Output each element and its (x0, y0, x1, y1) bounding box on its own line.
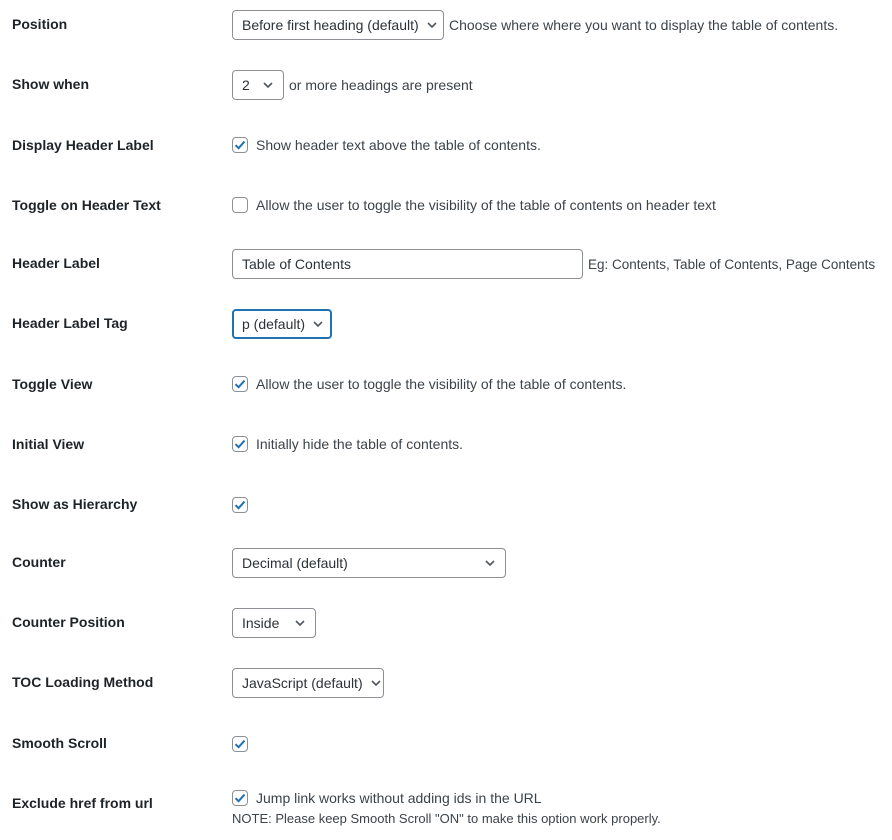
setting-row-counter: Counter Decimal (default) (0, 548, 892, 578)
display-header-label-label: Display Header Label (12, 137, 154, 153)
initial-view-description: Initially hide the table of contents. (256, 436, 464, 452)
counter-position-label: Counter Position (12, 614, 125, 630)
header-label-tag-select-value: p (default) (242, 316, 306, 332)
header-label-description: Eg: Contents, Table of Contents, Page Co… (588, 256, 876, 272)
setting-row-header-label-tag: Header Label Tag p (default) (0, 309, 892, 339)
setting-row-smooth-scroll: Smooth Scroll (0, 735, 892, 753)
counter-position-select[interactable]: Inside (232, 608, 316, 638)
setting-row-toggle-view: Toggle View Allow the user to toggle the… (0, 376, 892, 394)
show-as-hierarchy-label: Show as Hierarchy (12, 496, 138, 512)
show-when-select[interactable]: 2 (232, 70, 284, 100)
exclude-href-label: Exclude href from url (12, 795, 153, 811)
show-as-hierarchy-checkbox[interactable] (232, 497, 248, 513)
header-label-label: Header Label (12, 255, 100, 271)
setting-row-show-when: Show when 2 or more headings are present (0, 70, 892, 100)
show-when-description: or more headings are present (289, 77, 473, 93)
chevron-down-icon (369, 676, 383, 690)
show-when-select-value: 2 (242, 77, 250, 93)
position-description: Choose where where you want to display t… (449, 17, 839, 33)
setting-row-position: Position Before first heading (default) … (0, 10, 892, 40)
display-header-label-checkbox[interactable] (232, 137, 248, 153)
chevron-down-icon (293, 616, 307, 630)
display-header-label-description: Show header text above the table of cont… (256, 137, 541, 153)
setting-row-toc-loading-method: TOC Loading Method JavaScript (default) (0, 668, 892, 698)
initial-view-label: Initial View (12, 436, 85, 452)
setting-row-show-as-hierarchy: Show as Hierarchy (0, 496, 892, 514)
exclude-href-note: NOTE: Please keep Smooth Scroll "ON" to … (232, 811, 661, 826)
toc-loading-method-select-value: JavaScript (default) (242, 675, 363, 691)
exclude-href-checkbox[interactable] (232, 790, 248, 806)
toggle-view-label: Toggle View (12, 376, 93, 392)
initial-view-checkbox[interactable] (232, 436, 248, 452)
smooth-scroll-label: Smooth Scroll (12, 735, 107, 751)
header-label-tag-select[interactable]: p (default) (232, 309, 332, 339)
chevron-down-icon (261, 78, 275, 92)
chevron-down-icon (483, 556, 497, 570)
toggle-view-checkbox[interactable] (232, 376, 248, 392)
setting-row-initial-view: Initial View Initially hide the table of… (0, 436, 892, 454)
counter-select-value: Decimal (default) (242, 555, 348, 571)
chevron-down-icon (425, 18, 439, 32)
setting-row-display-header-label: Display Header Label Show header text ab… (0, 137, 892, 155)
toggle-view-description: Allow the user to toggle the visibility … (256, 376, 627, 392)
toggle-on-header-text-checkbox[interactable] (232, 197, 248, 213)
chevron-down-icon (311, 317, 325, 331)
header-label-input[interactable] (232, 249, 583, 279)
position-select-value: Before first heading (default) (242, 17, 419, 33)
counter-label: Counter (12, 554, 66, 570)
position-select[interactable]: Before first heading (default) (232, 10, 444, 40)
header-label-tag-label: Header Label Tag (12, 315, 128, 331)
toggle-on-header-text-label: Toggle on Header Text (12, 197, 161, 213)
setting-row-exclude-href: Exclude href from url Jump link works wi… (0, 790, 892, 830)
position-label: Position (12, 16, 68, 32)
show-when-label: Show when (12, 76, 89, 92)
setting-row-counter-position: Counter Position Inside (0, 608, 892, 638)
smooth-scroll-checkbox[interactable] (232, 736, 248, 752)
setting-row-toggle-on-header-text: Toggle on Header Text Allow the user to … (0, 197, 892, 215)
toc-loading-method-label: TOC Loading Method (12, 674, 154, 690)
counter-select[interactable]: Decimal (default) (232, 548, 506, 578)
toc-loading-method-select[interactable]: JavaScript (default) (232, 668, 384, 698)
counter-position-select-value: Inside (242, 615, 280, 631)
exclude-href-description: Jump link works without adding ids in th… (256, 790, 542, 806)
toggle-on-header-text-description: Allow the user to toggle the visibility … (256, 197, 716, 213)
setting-row-header-label: Header Label Eg: Contents, Table of Cont… (0, 249, 892, 279)
